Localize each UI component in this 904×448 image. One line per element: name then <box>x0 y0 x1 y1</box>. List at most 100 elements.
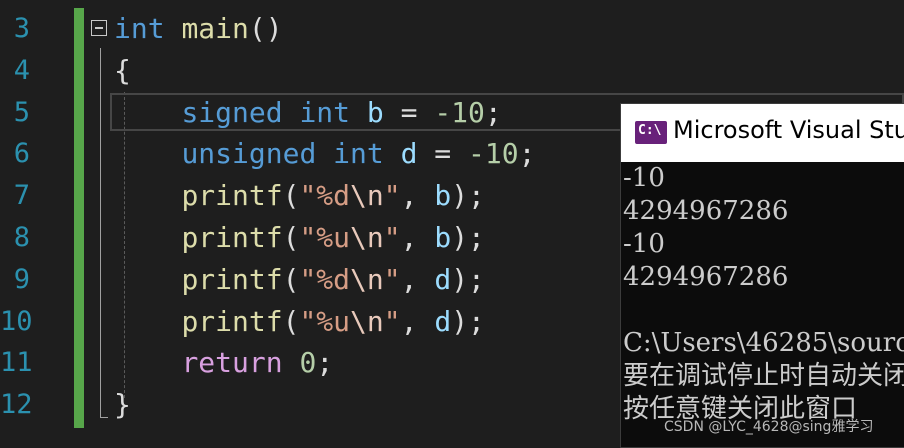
code-token: printf <box>181 179 283 213</box>
code-token: -10 <box>468 137 519 171</box>
console-title: Microsoft Visual Studio <box>673 116 904 144</box>
code-text[interactable]: printf("%u\n", d); <box>114 301 485 343</box>
code-text[interactable]: printf("%d\n", b); <box>114 175 485 217</box>
line-number: 10 <box>0 305 33 337</box>
code-token: d <box>434 262 452 296</box>
code-token: \n <box>350 179 384 213</box>
code-token: b <box>366 95 384 129</box>
code-token: ); <box>451 179 485 213</box>
line-number: 8 <box>13 222 30 253</box>
code-token: , <box>400 179 435 213</box>
code-token: 0 <box>299 346 317 380</box>
console-output[interactable]: -10 4294967286 -10 4294967286 C:\Users\4628… <box>623 162 904 426</box>
code-text[interactable]: return 0; <box>114 342 333 384</box>
code-token: b <box>434 179 452 213</box>
code-token: ( <box>282 262 300 296</box>
code-token: ( <box>282 304 300 338</box>
line-number: 4 <box>13 54 30 86</box>
code-token: ( <box>282 221 300 254</box>
code-text[interactable]: signed int b = -10; <box>114 92 502 134</box>
code-text[interactable]: int main() <box>114 8 283 50</box>
console-line: 要在调试停止时自动关闭 <box>623 361 904 391</box>
code-token: ); <box>451 262 485 296</box>
console-app-icon: C:\ <box>635 121 667 144</box>
code-line[interactable]: 4{ <box>0 50 904 92</box>
code-token: return <box>181 346 283 380</box>
code-token: \n <box>350 221 384 254</box>
code-token: " <box>383 221 401 254</box>
code-token: , <box>400 221 435 254</box>
code-token: , <box>400 304 435 338</box>
console-line: 4294967286 <box>623 196 789 226</box>
code-token: "%u <box>299 221 351 254</box>
code-token: d <box>400 137 418 171</box>
code-text[interactable]: { <box>114 50 131 92</box>
code-token: = <box>417 137 469 171</box>
line-number: 12 <box>0 389 33 421</box>
code-token: " <box>383 179 401 213</box>
line-number: 7 <box>13 180 30 212</box>
console-line: -10 <box>623 163 665 193</box>
code-token: " <box>383 304 401 338</box>
code-token: int <box>299 95 351 129</box>
code-token: = <box>383 95 435 129</box>
code-text[interactable]: printf("%u\n", b); <box>114 217 485 259</box>
code-token: int <box>333 137 384 171</box>
code-token: "%d <box>299 262 351 296</box>
code-token: d <box>434 304 452 338</box>
code-text[interactable]: unsigned int d = -10; <box>114 133 535 175</box>
code-token: } <box>114 388 131 422</box>
line-number: 5 <box>13 96 30 128</box>
line-number: 6 <box>13 138 30 170</box>
code-text[interactable]: printf("%d\n", d); <box>114 259 485 301</box>
code-token: ); <box>451 304 485 338</box>
code-token: signed <box>181 95 283 129</box>
code-text[interactable]: } <box>114 384 131 426</box>
code-token: unsigned <box>181 137 317 171</box>
code-token: int <box>114 12 165 45</box>
code-token: \n <box>350 304 384 338</box>
code-token: , <box>400 262 435 296</box>
console-line: 4294967286 <box>623 262 789 292</box>
code-token: () <box>248 12 283 45</box>
code-token: \n <box>350 262 384 296</box>
console-title-bar[interactable]: C:\ Microsoft Visual Studio <box>621 104 904 162</box>
code-token: printf <box>181 304 283 338</box>
code-token: " <box>383 262 401 296</box>
code-token: -10 <box>434 95 485 129</box>
watermark: CSDN @LYC_4628@sing雅学习 <box>664 419 874 435</box>
code-token: ; <box>484 95 502 129</box>
code-token: main <box>181 12 249 45</box>
line-number: 11 <box>0 347 33 379</box>
line-number: 3 <box>13 13 30 44</box>
line-number: 9 <box>13 263 30 295</box>
code-token: { <box>114 53 131 87</box>
code-token: b <box>434 221 452 254</box>
code-token: "%u <box>299 304 351 338</box>
code-line[interactable]: 3 int main() <box>0 8 904 50</box>
console-line: -10 <box>623 229 665 259</box>
code-token: printf <box>181 262 283 296</box>
code-token: ( <box>282 179 300 213</box>
code-token: ); <box>451 221 485 254</box>
console-line: C:\Users\46285\source <box>623 328 904 358</box>
console-window[interactable]: C:\ Microsoft Visual Studio -10429496728… <box>620 103 904 448</box>
code-token: ; <box>316 346 334 380</box>
code-token: "%d <box>299 179 351 213</box>
code-token: ; <box>518 137 536 171</box>
code-token: printf <box>181 221 283 254</box>
